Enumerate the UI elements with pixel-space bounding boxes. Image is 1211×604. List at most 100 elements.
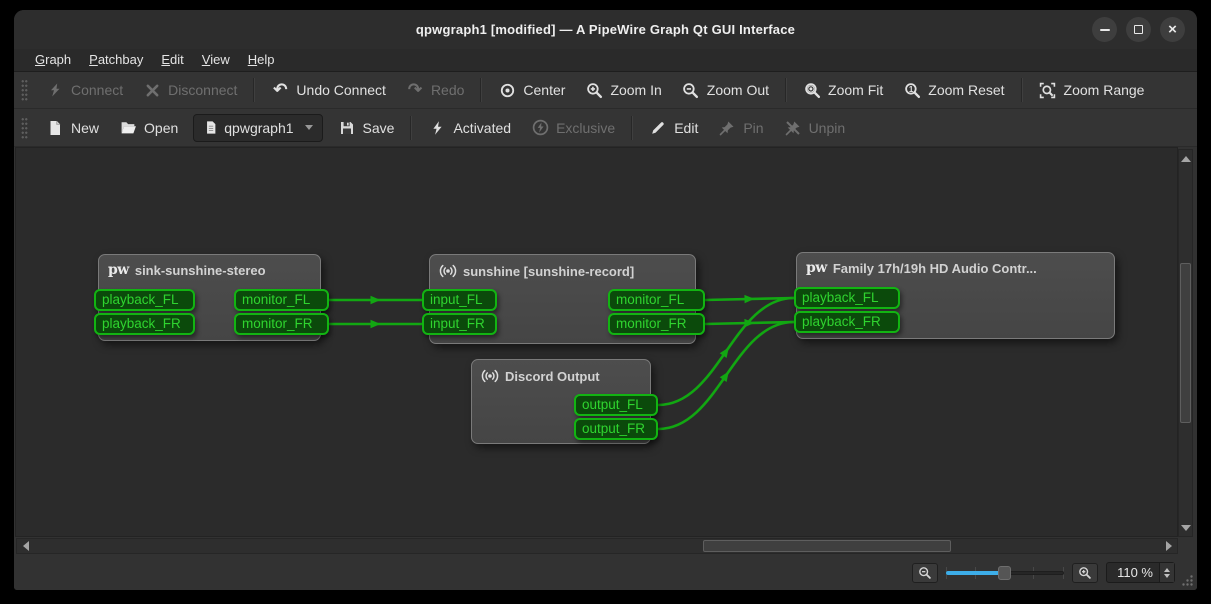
new-button[interactable]: New: [37, 114, 108, 142]
port-playback-fr[interactable]: playback_FR: [94, 313, 195, 335]
node-title: sunshine [sunshine-record]: [463, 264, 634, 279]
scroll-up-button[interactable]: [1179, 151, 1192, 166]
redo-button[interactable]: ↷Redo: [397, 76, 473, 104]
toolbar-button-label: Center: [523, 82, 565, 98]
port-playback-fl[interactable]: playback_FL: [794, 287, 900, 309]
port-monitor-fr[interactable]: monitor_FR: [234, 313, 329, 335]
titlebar[interactable]: qpwgraph1 [modified] — A PipeWire Graph …: [14, 10, 1197, 49]
center-button[interactable]: Center: [489, 76, 574, 104]
save-button[interactable]: Save: [329, 114, 404, 142]
port-input-fl[interactable]: input_FL: [422, 289, 497, 311]
disconnect-button[interactable]: Disconnect: [134, 76, 246, 104]
menu-view[interactable]: View: [193, 50, 239, 70]
zoom-fit-button[interactable]: Zoom Fit: [794, 76, 892, 104]
port-input-fr[interactable]: input_FR: [422, 313, 497, 335]
activated-button[interactable]: Activated: [419, 114, 520, 142]
toolbar-separator: [631, 116, 633, 140]
zoom-out-button[interactable]: [912, 563, 938, 583]
zoom-out-button[interactable]: Zoom Out: [673, 76, 778, 104]
vertical-scrollbar[interactable]: [1178, 149, 1193, 537]
toolbar-button-label: Save: [363, 120, 395, 136]
zoom-in-button[interactable]: Zoom In: [576, 76, 670, 104]
spin-arrows[interactable]: [1159, 563, 1174, 582]
scroll-down-button[interactable]: [1179, 520, 1192, 535]
combobox-value: qpwgraph1: [224, 120, 293, 136]
zoom-value: 110 %: [1107, 565, 1159, 580]
port-monitor-fr[interactable]: monitor_FR: [608, 313, 705, 335]
port-output-fl[interactable]: output_FL: [574, 394, 658, 416]
port-monitor-fl[interactable]: monitor_FL: [608, 289, 705, 311]
connection-arrow-icon: [371, 296, 381, 304]
toolbar-button-label: Zoom Reset: [928, 82, 1004, 98]
save-icon: [338, 119, 356, 137]
unpin-button[interactable]: Unpin: [775, 114, 855, 142]
redo-icon: ↷: [406, 81, 424, 99]
toolbar-button-label: Activated: [453, 120, 511, 136]
spin-up-icon: [1164, 568, 1170, 572]
unpin-icon: [784, 119, 802, 137]
toolbar-graph: Connect Disconnect ↶ Undo Connect ↷Redo Cente…: [14, 72, 1197, 109]
toolbar-button-label: Zoom In: [610, 82, 661, 98]
edit-button[interactable]: Edit: [640, 114, 707, 142]
port-playback-fl[interactable]: playback_FL: [94, 289, 195, 311]
port-output-fr[interactable]: output_FR: [574, 418, 658, 440]
zoom-in-icon: [1078, 565, 1093, 580]
window-title: qpwgraph1 [modified] — A PipeWire Graph …: [416, 22, 795, 37]
menu-patchbay[interactable]: Patchbay: [80, 50, 152, 70]
node-header: pwsink-sunshine-stereo: [99, 255, 320, 285]
horizontal-scrollbar[interactable]: [16, 538, 1178, 554]
graph-canvas[interactable]: pwsink-sunshine-stereoplayback_FLplaybac…: [15, 147, 1178, 537]
scroll-right-button[interactable]: [1161, 539, 1176, 553]
toolbar-button-label: Connect: [71, 82, 123, 98]
minimize-icon: [1100, 29, 1110, 31]
zoom-spinbox[interactable]: 110 %: [1106, 562, 1175, 583]
patchbay-file-combobox[interactable]: qpwgraph1: [193, 114, 322, 142]
activated-icon: [428, 119, 446, 137]
pipewire-icon: pw: [806, 260, 827, 276]
zoom-reset-icon: 1: [903, 81, 921, 99]
zoom-range-button[interactable]: Zoom Range: [1030, 76, 1154, 104]
file-icon: [203, 119, 218, 137]
scroll-left-button[interactable]: [18, 539, 33, 553]
undo-icon: ↶: [271, 81, 289, 99]
zoom-in-button[interactable]: [1072, 563, 1098, 583]
toolbar-grip[interactable]: [21, 116, 28, 140]
close-icon: ×: [1168, 22, 1177, 37]
pin-button[interactable]: Pin: [709, 114, 772, 142]
node-header: Discord Output: [472, 360, 650, 392]
port-monitor-fl[interactable]: monitor_FL: [234, 289, 329, 311]
toolbar-button-label: New: [71, 120, 99, 136]
resize-grip-icon[interactable]: [1181, 574, 1194, 587]
zoom-fit-icon: [803, 81, 821, 99]
h-scroll-thumb[interactable]: [703, 540, 951, 552]
zoom-slider[interactable]: [946, 563, 1064, 583]
connect-button[interactable]: Connect: [37, 76, 132, 104]
toolbar-grip[interactable]: [21, 78, 28, 102]
undo-connect-button[interactable]: ↶ Undo Connect: [262, 76, 395, 104]
arrow-down-icon: [1181, 525, 1191, 531]
zoom-reset-button[interactable]: 1 Zoom Reset: [894, 76, 1013, 104]
close-button[interactable]: ×: [1160, 17, 1185, 42]
zoom-in-icon: [585, 81, 603, 99]
minimize-button[interactable]: [1092, 17, 1117, 42]
stream-icon: [481, 367, 499, 385]
disconnect-icon: [143, 81, 161, 99]
toolbar-button-label: Undo Connect: [296, 82, 386, 98]
menu-help[interactable]: Help: [239, 50, 284, 70]
zoom-out-icon: [918, 565, 933, 580]
slider-handle[interactable]: [998, 566, 1011, 580]
chevron-down-icon: [305, 125, 313, 130]
exclusive-icon: [531, 119, 549, 137]
exclusive-button[interactable]: Exclusive: [522, 114, 624, 142]
connection-arrow-icon: [371, 320, 381, 328]
menu-edit[interactable]: Edit: [152, 50, 192, 70]
menu-graph[interactable]: Graph: [26, 50, 80, 70]
toolbar-button-label: Pin: [743, 120, 763, 136]
open-button[interactable]: Open: [110, 114, 187, 142]
statusbar: 110 %: [14, 555, 1197, 590]
port-playback-fr[interactable]: playback_FR: [794, 311, 900, 333]
node-header: pwFamily 17h/19h HD Audio Contr...: [797, 253, 1114, 283]
maximize-button[interactable]: [1126, 17, 1151, 42]
v-scroll-thumb[interactable]: [1180, 263, 1191, 423]
toolbar-separator: [253, 78, 255, 102]
